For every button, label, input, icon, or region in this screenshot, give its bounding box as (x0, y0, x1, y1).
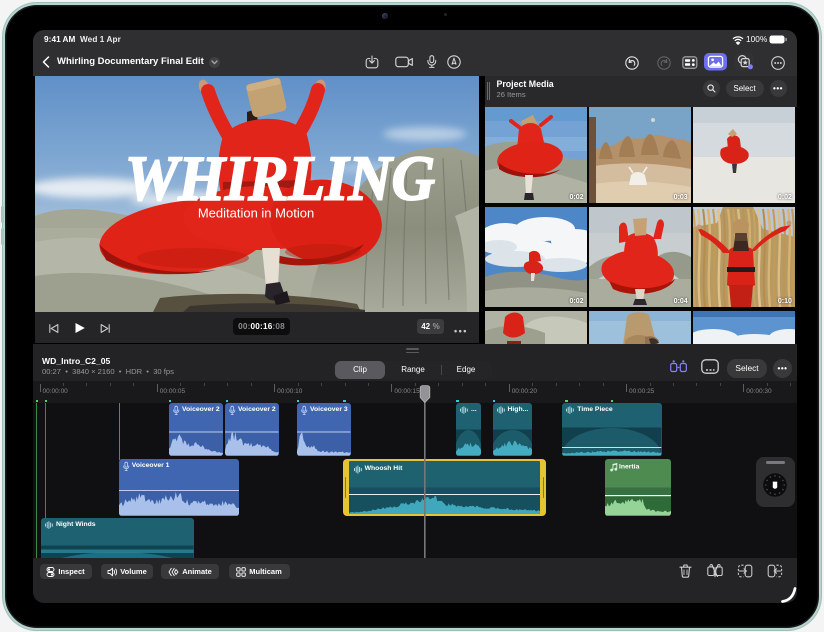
svg-text:Inertia: Inertia (619, 463, 640, 470)
svg-text:WHIRLING: WHIRLING (125, 142, 435, 213)
svg-text:Meditation in Motion: Meditation in Motion (197, 205, 313, 220)
